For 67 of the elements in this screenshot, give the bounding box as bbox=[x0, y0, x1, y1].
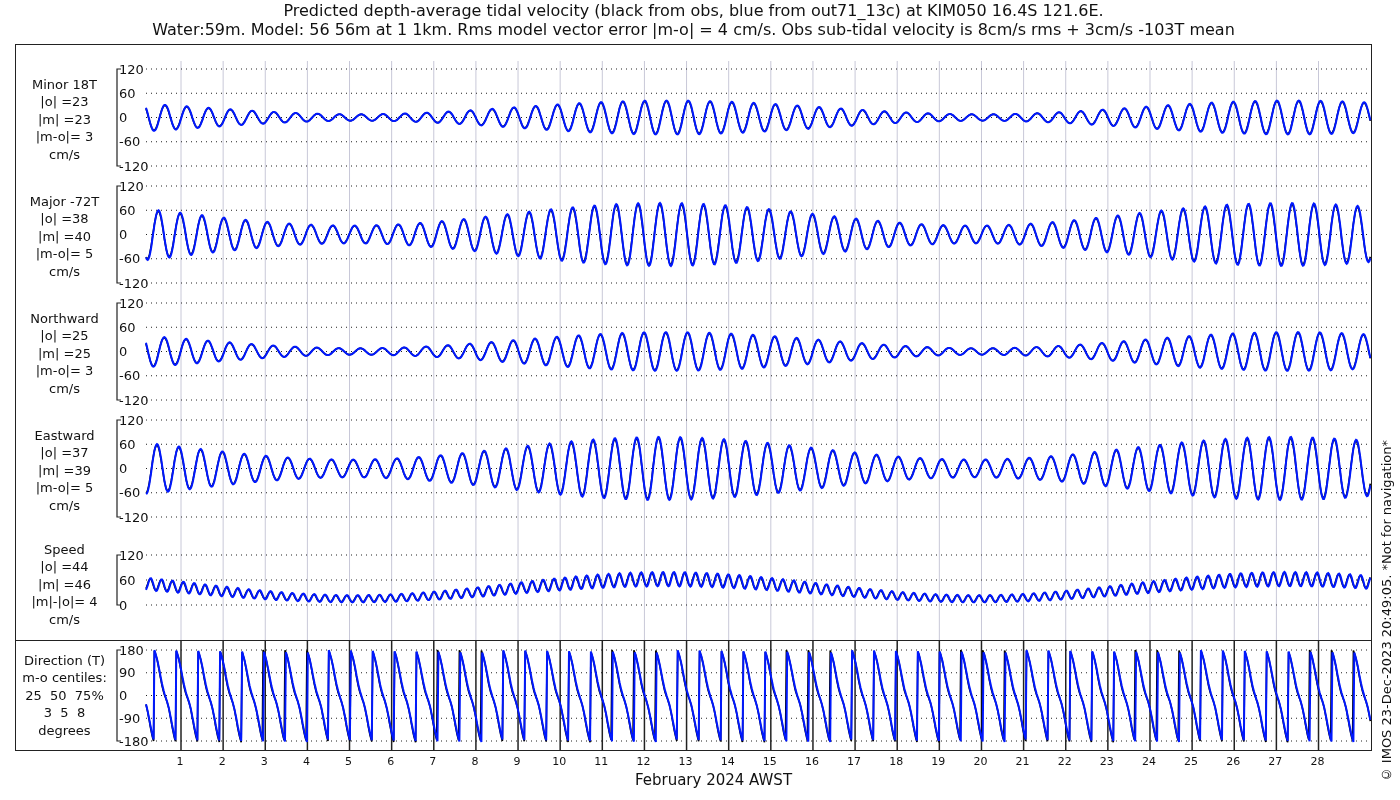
day-label: 9 bbox=[512, 754, 522, 768]
day-label: 26 bbox=[1225, 754, 1242, 768]
panel-label: Direction (T) m-o centiles: 25 50 75% 3 5 8 degrees bbox=[22, 651, 107, 740]
panel-label: Northward |o| =25 |m| =25 |m-o|= 3 cm/s bbox=[30, 309, 99, 398]
day-label: 27 bbox=[1267, 754, 1284, 768]
day-label: 17 bbox=[846, 754, 863, 768]
tick-label: -120 bbox=[119, 509, 149, 525]
tick-label: 0 bbox=[119, 110, 128, 125]
x-axis-title: February 2024 AWST bbox=[634, 771, 793, 789]
day-label: 5 bbox=[344, 754, 354, 768]
tick-label: 120 bbox=[119, 61, 144, 77]
credit-text: © IMOS 23-Dec-2023 20:49:05. *Not for navigation* bbox=[1378, 439, 1394, 782]
panel-label: Major -72T |o| =38 |m| =40 |m-o|= 5 cm/s bbox=[29, 192, 100, 281]
tick-label: -120 bbox=[119, 392, 149, 408]
day-label: 28 bbox=[1309, 754, 1326, 768]
tick-label: 120 bbox=[119, 295, 144, 311]
day-label: 25 bbox=[1183, 754, 1200, 768]
day-label: 14 bbox=[719, 754, 736, 768]
tick-label: 120 bbox=[119, 412, 144, 428]
day-label: 4 bbox=[301, 754, 311, 768]
tick-label: 180 bbox=[119, 642, 144, 658]
tick-label: 60 bbox=[119, 85, 136, 101]
tick-label: -120 bbox=[119, 158, 149, 174]
day-label: 10 bbox=[551, 754, 568, 768]
panel-label: Speed |o| =44 |m| =46 |m|-|o|= 4 cm/s bbox=[31, 540, 98, 629]
panel-label: Eastward |o| =37 |m| =39 |m-o|= 5 cm/s bbox=[34, 426, 95, 515]
day-label: 11 bbox=[593, 754, 610, 768]
tick-label: -120 bbox=[119, 275, 149, 291]
chart-title: Water:59m. Model: 56 56m at 1 1km. Rms model vector error |m-o| = 4 cm/s. Obs sub-tidal velocity is 8cm/s rms + 3cm/s -103T mean bbox=[152, 20, 1235, 39]
day-label: 18 bbox=[888, 754, 905, 768]
tick-label: 120 bbox=[119, 178, 144, 194]
tick-label: 0 bbox=[119, 597, 128, 613]
chart-title: Predicted depth-average tidal velocity (black from obs, blue from out71_13c) at KIM050 16.4S 121.6E. bbox=[283, 1, 1104, 20]
day-label: 1 bbox=[175, 754, 185, 768]
tick-label: 0 bbox=[119, 227, 128, 242]
tick-label: 0 bbox=[119, 461, 128, 476]
day-label: 6 bbox=[386, 754, 396, 768]
panel-label: Minor 18T |o| =23 |m| =23 |m-o|= 3 cm/s bbox=[32, 75, 97, 164]
tick-label: -90 bbox=[119, 710, 141, 726]
day-label: 20 bbox=[972, 754, 989, 768]
tick-label: 60 bbox=[119, 319, 136, 335]
day-label: 3 bbox=[259, 754, 269, 768]
tick-label: -60 bbox=[119, 134, 141, 150]
tick-label: 60 bbox=[119, 572, 136, 588]
tick-label: 60 bbox=[119, 202, 136, 218]
tick-label: 0 bbox=[119, 344, 128, 359]
tick-label: -60 bbox=[119, 251, 141, 267]
tick-label: 90 bbox=[119, 665, 136, 681]
tick-label: -60 bbox=[119, 485, 141, 501]
day-label: 22 bbox=[1056, 754, 1073, 768]
day-label: 8 bbox=[470, 754, 480, 768]
day-label: 7 bbox=[428, 754, 438, 768]
day-label: 24 bbox=[1140, 754, 1157, 768]
tick-label: 60 bbox=[119, 436, 136, 452]
y-axis bbox=[116, 554, 122, 606]
tick-label: -180 bbox=[119, 733, 149, 749]
day-label: 16 bbox=[803, 754, 820, 768]
day-label: 12 bbox=[635, 754, 652, 768]
tick-label: -60 bbox=[119, 368, 141, 384]
day-label: 15 bbox=[761, 754, 778, 768]
day-label: 21 bbox=[1014, 754, 1031, 768]
tick-label: 0 bbox=[119, 688, 128, 703]
tick-label: 120 bbox=[119, 547, 144, 563]
day-label: 2 bbox=[217, 754, 227, 768]
day-label: 13 bbox=[677, 754, 694, 768]
day-label: 19 bbox=[930, 754, 947, 768]
day-label: 23 bbox=[1098, 754, 1115, 768]
